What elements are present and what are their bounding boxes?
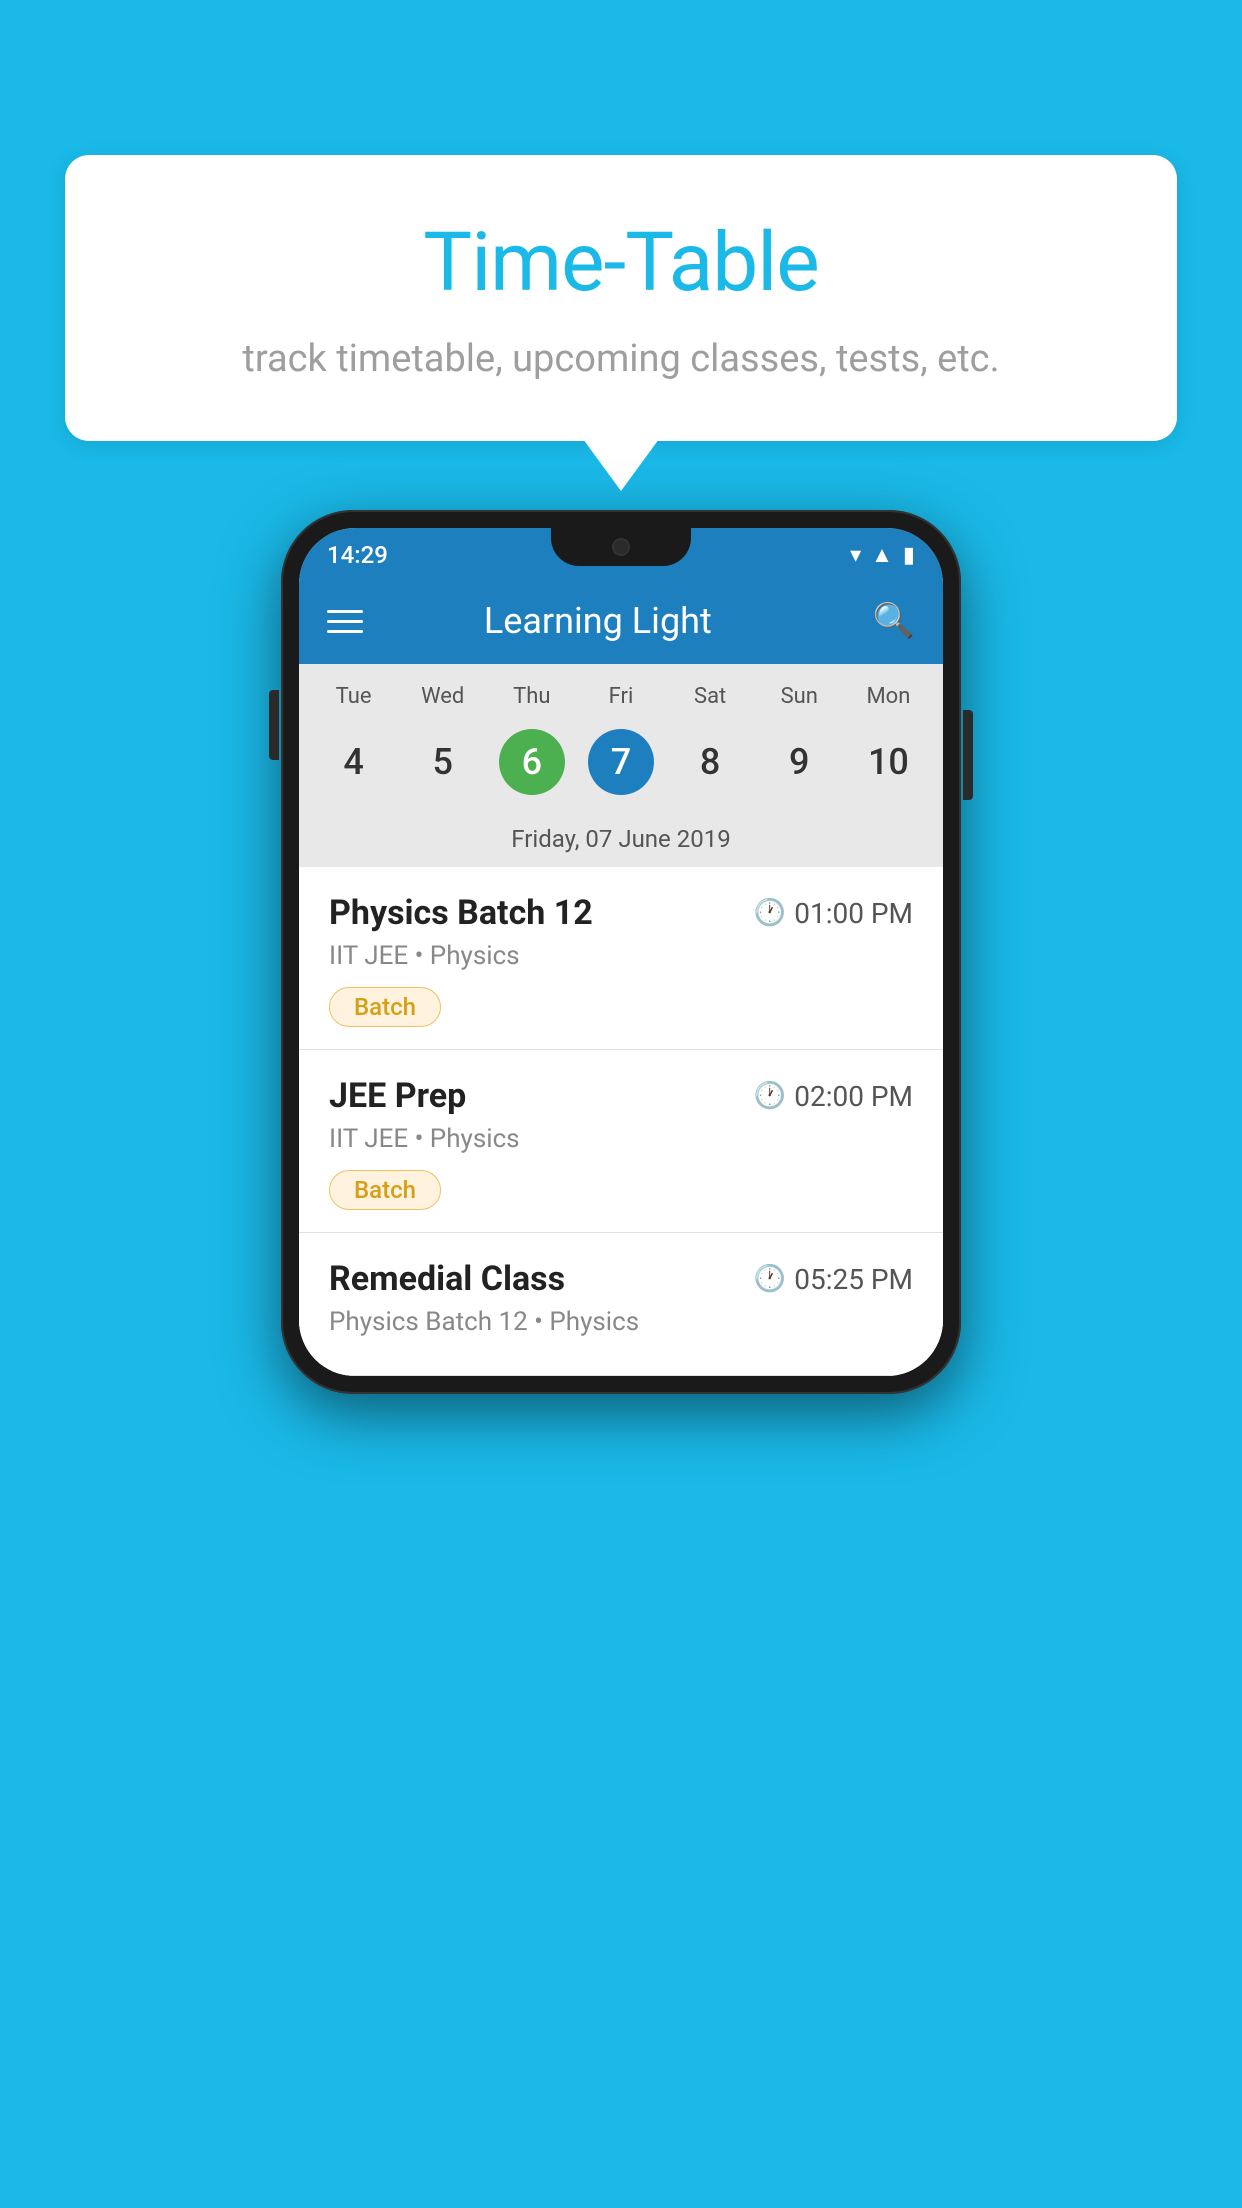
class-item-jee-prep[interactable]: JEE Prep 🕐 02:00 PM IIT JEE • Physics Ba… <box>299 1050 943 1233</box>
phone-mockup: 14:29 ▾ ▲ ▮ Learning Light 🔍 Tue <box>281 510 961 1394</box>
camera <box>612 538 630 556</box>
calendar-day-headers: Tue Wed Thu Fri Sat Sun Mon <box>299 664 943 715</box>
date-7-selected[interactable]: 7 <box>576 721 665 803</box>
date-10[interactable]: 10 <box>844 721 933 803</box>
day-mon[interactable]: Mon <box>844 678 933 715</box>
wifi-icon: ▾ <box>850 543 861 568</box>
bubble-title: Time-Table <box>115 215 1127 311</box>
class-name: Physics Batch 12 <box>329 893 593 933</box>
battery-icon: ▮ <box>903 543 915 568</box>
speech-bubble-container: Time-Table track timetable, upcoming cla… <box>65 155 1177 441</box>
date-9[interactable]: 9 <box>755 721 844 803</box>
clock-icon: 🕐 <box>754 1081 786 1111</box>
speech-bubble: Time-Table track timetable, upcoming cla… <box>65 155 1177 441</box>
clock-icon: 🕐 <box>754 1264 786 1294</box>
date-6-today[interactable]: 6 <box>487 721 576 803</box>
calendar-dates: 4 5 6 7 8 9 10 <box>299 715 943 817</box>
class-name: JEE Prep <box>329 1076 466 1116</box>
class-time: 🕐 02:00 PM <box>754 1080 913 1113</box>
class-time: 🕐 05:25 PM <box>754 1263 913 1296</box>
search-button[interactable]: 🔍 <box>873 601 915 641</box>
class-time: 🕐 01:00 PM <box>754 897 913 930</box>
bubble-subtitle: track timetable, upcoming classes, tests… <box>115 333 1127 386</box>
phone-inner: 14:29 ▾ ▲ ▮ Learning Light 🔍 Tue <box>299 528 943 1376</box>
phone-notch <box>551 528 691 566</box>
day-fri[interactable]: Fri <box>576 678 665 715</box>
class-subtitle: Physics Batch 12 • Physics <box>329 1307 913 1337</box>
class-item-remedial-class[interactable]: Remedial Class 🕐 05:25 PM Physics Batch … <box>299 1233 943 1376</box>
class-item-header: JEE Prep 🕐 02:00 PM <box>329 1076 913 1116</box>
class-list: Physics Batch 12 🕐 01:00 PM IIT JEE • Ph… <box>299 867 943 1376</box>
status-time: 14:29 <box>327 541 388 569</box>
class-subtitle: IIT JEE • Physics <box>329 1124 913 1154</box>
date-5[interactable]: 5 <box>398 721 487 803</box>
class-item-header: Physics Batch 12 🕐 01:00 PM <box>329 893 913 933</box>
day-wed[interactable]: Wed <box>398 678 487 715</box>
class-item-physics-batch-12[interactable]: Physics Batch 12 🕐 01:00 PM IIT JEE • Ph… <box>299 867 943 1050</box>
class-item-header: Remedial Class 🕐 05:25 PM <box>329 1259 913 1299</box>
selected-date-label: Friday, 07 June 2019 <box>299 817 943 867</box>
app-bar: Learning Light 🔍 <box>299 578 943 664</box>
day-sun[interactable]: Sun <box>755 678 844 715</box>
day-tue[interactable]: Tue <box>309 678 398 715</box>
date-4[interactable]: 4 <box>309 721 398 803</box>
class-subtitle: IIT JEE • Physics <box>329 941 913 971</box>
status-icons: ▾ ▲ ▮ <box>850 542 915 568</box>
clock-icon: 🕐 <box>754 898 786 928</box>
batch-badge: Batch <box>329 987 441 1027</box>
day-sat[interactable]: Sat <box>666 678 755 715</box>
batch-badge: Batch <box>329 1170 441 1210</box>
app-title: Learning Light <box>393 600 803 642</box>
phone-outer: 14:29 ▾ ▲ ▮ Learning Light 🔍 Tue <box>281 510 961 1394</box>
day-thu[interactable]: Thu <box>487 678 576 715</box>
date-8[interactable]: 8 <box>666 721 755 803</box>
hamburger-menu[interactable] <box>327 610 363 633</box>
signal-icon: ▲ <box>871 542 893 568</box>
class-name: Remedial Class <box>329 1259 565 1299</box>
